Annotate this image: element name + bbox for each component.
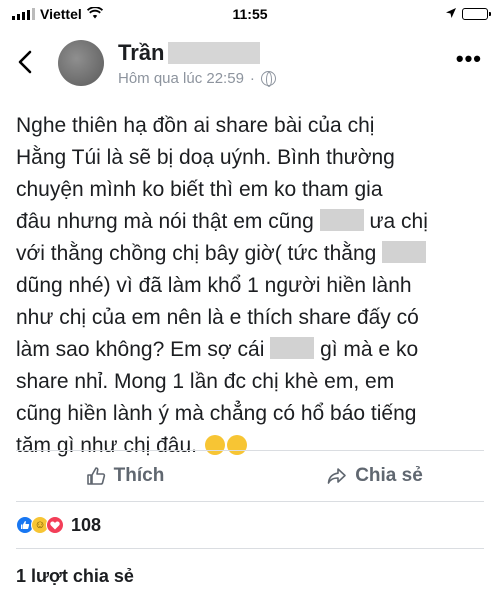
post-meta: Hôm qua lúc 22:59 · xyxy=(118,70,276,87)
redacted-word xyxy=(270,337,315,359)
reactions-summary[interactable]: ☺ 108 xyxy=(16,511,101,539)
post-line-segment: gì mà e ko xyxy=(320,338,419,361)
post-line: đâu nhưng mà nói thật em cũng ưa chị xyxy=(16,206,484,238)
love-reaction-icon xyxy=(46,516,64,534)
status-bar: Viettel 11:55 xyxy=(0,0,500,28)
wifi-icon xyxy=(86,6,103,22)
divider xyxy=(16,548,484,549)
post-line: như chị của em nên là e thích share đấy … xyxy=(16,306,419,329)
divider xyxy=(16,450,484,451)
post-line-segment: ưa chị xyxy=(369,210,428,233)
status-right xyxy=(445,6,491,22)
back-button[interactable] xyxy=(18,48,42,82)
action-bar: Thích Chia sẻ xyxy=(0,452,500,500)
divider xyxy=(16,501,484,502)
redacted-word xyxy=(319,209,364,231)
post-line: Nghe thiên hạ đồn ai share bài của chị xyxy=(16,114,375,137)
chevron-left-icon xyxy=(18,50,32,74)
battery-icon xyxy=(462,8,491,20)
share-arrow-icon xyxy=(327,468,347,484)
post-timestamp[interactable]: Hôm qua lúc 22:59 xyxy=(118,70,244,87)
globe-icon xyxy=(260,71,276,87)
post-line-segment: làm sao không? Em sợ cái xyxy=(16,338,265,361)
post-line: dũng nhé) vì đã làm khổ 1 người hiền làn… xyxy=(16,274,412,297)
signal-icon xyxy=(12,8,35,20)
thumbs-up-icon xyxy=(86,467,105,485)
post-line: với thằng chồng chị bây giờ( tức thằng xyxy=(16,238,484,270)
share-count[interactable]: 1 lượt chia sẻ xyxy=(16,566,134,587)
location-arrow-icon xyxy=(445,6,457,22)
post-text: Nghe thiên hạ đồn ai share bài của chị H… xyxy=(16,110,484,462)
author-name[interactable]: Trần xyxy=(118,40,164,66)
like-button[interactable]: Thích xyxy=(0,452,250,500)
more-options-button[interactable]: ••• xyxy=(456,46,482,72)
more-icon: ••• xyxy=(455,46,482,71)
avatar[interactable] xyxy=(58,40,104,86)
author-row: Trần xyxy=(118,40,261,66)
like-label: Thích xyxy=(113,465,165,486)
reaction-count: 108 xyxy=(71,514,102,535)
redacted-word xyxy=(382,241,427,263)
clock-time: 11:55 xyxy=(232,6,268,22)
post-line: làm sao không? Em sợ cái gì mà e ko xyxy=(16,334,484,366)
dot-separator: · xyxy=(249,70,255,87)
post-line-segment: với thằng chồng chị bây giờ( tức thằng xyxy=(16,242,377,265)
share-label: Chia sẻ xyxy=(355,465,423,486)
post-line: Hằng Túi là sẽ bị doạ uýnh. Bình thường xyxy=(16,146,395,169)
status-left: Viettel xyxy=(12,6,103,22)
redacted-name-block xyxy=(168,42,261,64)
post-header: Trần Hôm qua lúc 22:59 · ••• xyxy=(0,28,500,104)
post-line: chuyện mình ko biết thì em ko tham gia xyxy=(16,178,383,201)
share-button[interactable]: Chia sẻ xyxy=(250,452,500,500)
post-line: share nhỉ. Mong 1 lần đc chị khè em, em xyxy=(16,370,395,393)
carrier-label: Viettel xyxy=(40,6,82,22)
post-line-segment: đâu nhưng mà nói thật em cũng xyxy=(16,210,314,233)
post-line: cũng hiền lành ý mà chẳng có hổ báo tiến… xyxy=(16,402,417,425)
